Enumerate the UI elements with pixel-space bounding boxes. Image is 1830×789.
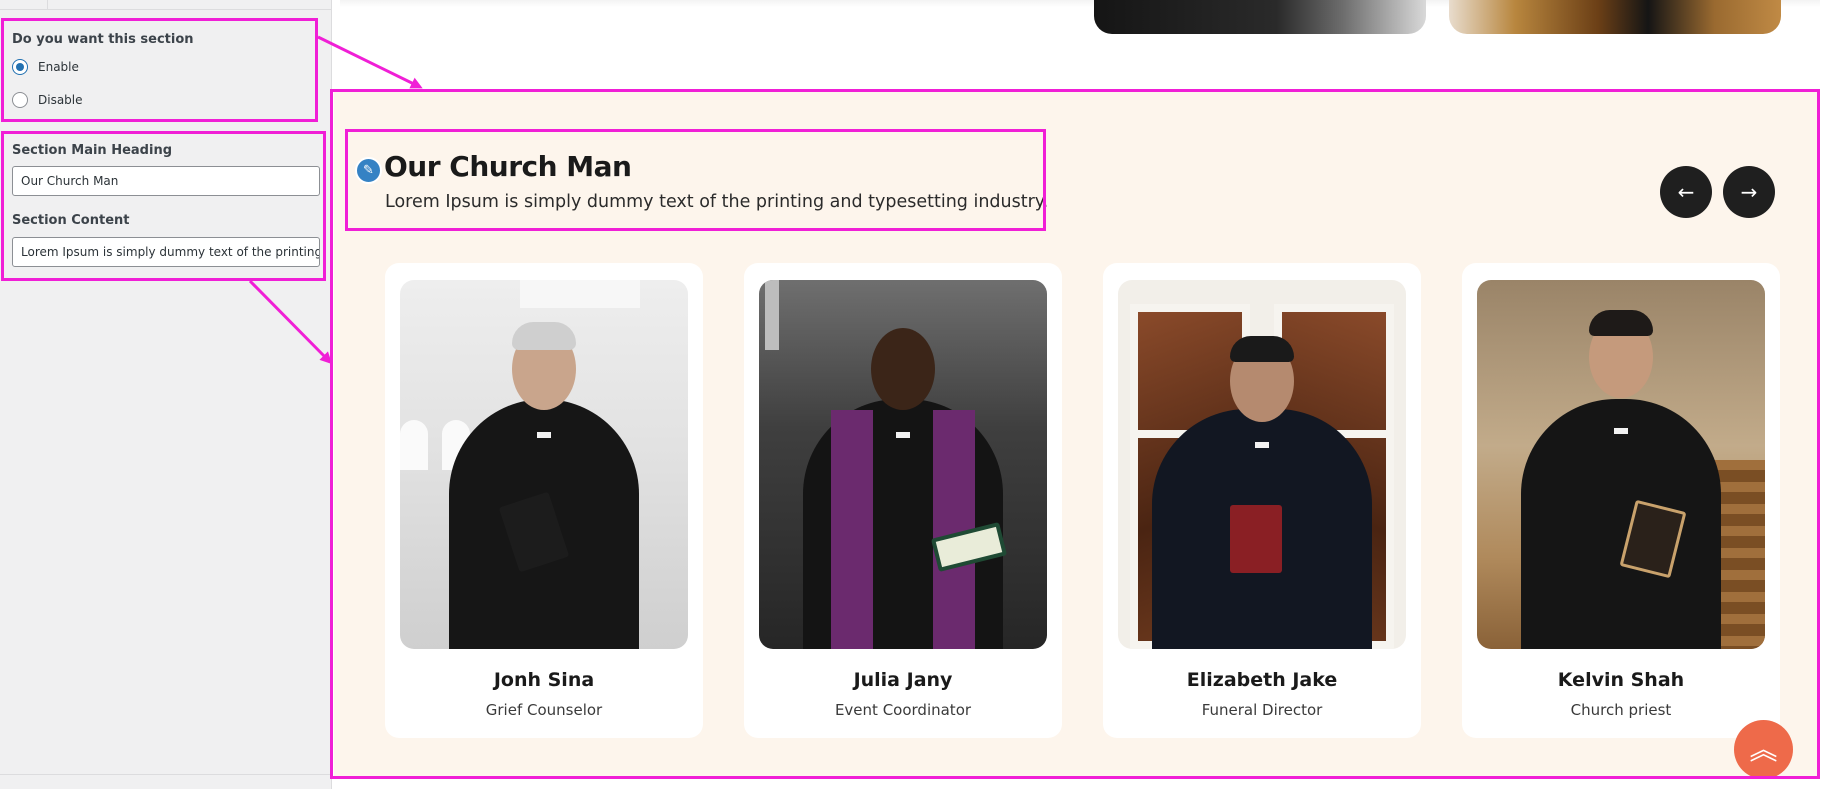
annotation-fields-box (1, 131, 326, 281)
sidebar-footer-divider (0, 774, 332, 775)
sidebar-topbar (0, 0, 332, 10)
annotation-toggle-box (1, 18, 318, 122)
previous-section-image (1449, 0, 1781, 34)
topbar-divider (47, 0, 48, 10)
previous-section-image (1094, 0, 1426, 34)
annotation-section-box (330, 89, 1820, 779)
